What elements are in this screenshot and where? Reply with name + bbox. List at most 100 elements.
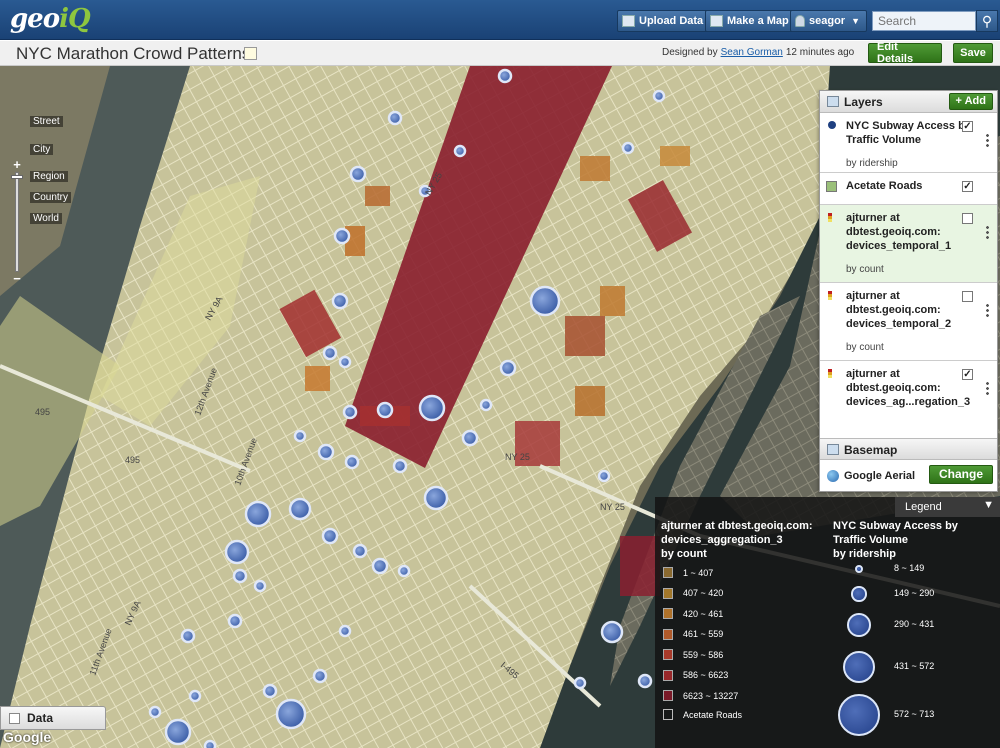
choropleth-icon	[828, 369, 832, 378]
legend-swatch	[663, 587, 673, 599]
legend-roads-row: Acetate Roads	[663, 709, 742, 720]
layer-options-icon[interactable]	[986, 381, 989, 395]
page-title: NYC Marathon Crowd Patterns	[16, 44, 251, 63]
layer-visibility-checkbox[interactable]	[962, 213, 973, 224]
legend-range-row: 407 ~ 420	[663, 587, 724, 599]
svg-text:NY 25: NY 25	[600, 502, 625, 512]
legend-circle-symbol	[847, 613, 871, 637]
roads-icon	[826, 181, 837, 192]
search-input[interactable]	[872, 11, 976, 31]
upload-data-button[interactable]: Upload Data	[617, 10, 711, 32]
zoom-out-button[interactable]: −	[10, 272, 24, 286]
layer-visibility-checkbox[interactable]: ✓	[962, 181, 973, 192]
zoom-slider[interactable]	[11, 172, 23, 272]
zoom-slider-thumb[interactable]	[11, 175, 23, 179]
legend-range-label: 431 ~ 572	[894, 661, 935, 671]
legend-circle-symbol	[838, 694, 880, 736]
basemap-row: Google Aerial Change	[820, 461, 997, 491]
svg-text:495: 495	[35, 407, 50, 417]
legend-range-label: 149 ~ 290	[894, 588, 935, 598]
legend-swatch	[663, 608, 673, 619]
svg-text:495: 495	[125, 455, 140, 465]
basemap-icon	[827, 444, 839, 455]
designer-link[interactable]: Sean Gorman	[721, 47, 783, 58]
legend-range-row: 559 ~ 586	[663, 649, 723, 660]
designer-info: Designed by Sean Gorman 12 minutes ago	[662, 47, 855, 58]
legend-range-label: 6623 ~ 13227	[683, 690, 739, 701]
layers-icon	[827, 96, 839, 107]
geoiq-logo[interactable]: geoiQ	[10, 4, 91, 34]
map-icon	[710, 15, 723, 27]
save-button[interactable]: Save	[953, 43, 993, 63]
user-icon	[795, 15, 805, 27]
top-bar: geoiQ Upload Data Make a Map seagor ▼ ⚲	[0, 0, 1000, 40]
zoom-control: + −	[10, 158, 26, 286]
data-tab[interactable]: Data	[0, 706, 106, 730]
legend-panel: Legend ▼ ajturner at dbtest.geoiq.com: d…	[655, 497, 1000, 748]
roads-icon	[663, 709, 673, 720]
chevron-down-icon[interactable]: ▼	[983, 499, 994, 511]
legend-range-label: 559 ~ 586	[683, 649, 724, 660]
google-logo: Google	[3, 729, 52, 745]
layers-panel: Layers + Add NYC Subway Access by Traffi…	[819, 90, 998, 492]
legend-swatch	[663, 690, 673, 701]
legend-swatch	[663, 649, 673, 660]
chevron-down-icon: ▼	[851, 16, 860, 26]
zoom-level-street[interactable]: Street	[30, 116, 63, 127]
layers-header: Layers + Add	[820, 91, 997, 113]
layer-options-icon[interactable]	[986, 303, 989, 317]
legend-range-row: 420 ~ 461	[663, 608, 723, 619]
globe-icon	[827, 470, 839, 482]
legend-circle-symbol	[842, 650, 876, 684]
title-bar: NYC Marathon Crowd Patterns Designed by …	[0, 41, 1000, 66]
edit-details-button[interactable]: Edit Details	[868, 41, 942, 65]
layer-item[interactable]: Acetate Roads ✓	[820, 173, 997, 205]
add-layer-button[interactable]: + Add	[948, 93, 993, 110]
legend-range-label: 572 ~ 713	[894, 709, 935, 719]
layer-item[interactable]: ajturner at dbtest.geoiq.com: devices_te…	[820, 205, 997, 283]
svg-text:NY 25: NY 25	[505, 452, 530, 462]
legend-range-label: 1 ~ 407	[683, 567, 714, 578]
search-icon[interactable]: ⚲	[976, 10, 998, 32]
choropleth-icon	[828, 291, 832, 300]
zoom-level-country[interactable]: Country	[30, 192, 72, 203]
upload-icon	[622, 15, 635, 27]
layer-visibility-checkbox[interactable]	[962, 291, 973, 302]
edit-title-icon[interactable]	[244, 47, 257, 60]
legend-range-label: 586 ~ 6623	[683, 670, 729, 680]
legend-range-row: 461 ~ 559	[663, 628, 724, 640]
legend-choropleth-title: ajturner at dbtest.geoiq.com: devices_ag…	[661, 520, 813, 560]
layer-item[interactable]: ajturner at dbtest.geoiq.com: devices_ag…	[820, 361, 997, 417]
legend-header[interactable]: Legend ▼	[895, 497, 1000, 517]
zoom-in-button[interactable]: +	[10, 158, 24, 172]
legend-range-label: 407 ~ 420	[683, 588, 724, 598]
user-menu-button[interactable]: seagor ▼	[790, 10, 867, 32]
zoom-level-region[interactable]: Region	[30, 171, 68, 182]
legend-circle-symbol	[851, 586, 867, 602]
legend-swatch	[663, 567, 673, 578]
legend-range-label: 290 ~ 431	[894, 619, 935, 629]
subway-dot-icon	[828, 121, 836, 129]
legend-range-label: 420 ~ 461	[683, 608, 724, 619]
layer-visibility-checkbox[interactable]: ✓	[962, 369, 973, 380]
layer-item[interactable]: NYC Subway Access by Traffic Volume by r…	[820, 113, 997, 173]
legend-range-label: 8 ~ 149	[894, 563, 925, 573]
layer-item[interactable]: ajturner at dbtest.geoiq.com: devices_te…	[820, 283, 997, 361]
zoom-level-city[interactable]: City	[30, 144, 54, 155]
legend-range-label: 461 ~ 559	[683, 629, 724, 639]
legend-range-row: 586 ~ 6623	[663, 669, 729, 681]
change-basemap-button[interactable]: Change	[928, 465, 993, 484]
legend-range-row: 6623 ~ 13227	[663, 690, 738, 701]
layer-visibility-checkbox[interactable]: ✓	[962, 121, 973, 132]
legend-swatch	[663, 669, 673, 681]
basemap-header: Basemap	[820, 438, 997, 460]
legend-subway-title: NYC Subway Access by Traffic Volume by r…	[833, 520, 958, 560]
layer-options-icon[interactable]	[986, 225, 989, 239]
legend-circle-symbol	[854, 564, 864, 574]
zoom-level-world[interactable]: World	[30, 213, 62, 224]
make-a-map-button[interactable]: Make a Map	[705, 10, 796, 32]
legend-swatch	[663, 628, 673, 640]
layer-options-icon[interactable]	[986, 133, 989, 147]
table-icon	[9, 713, 20, 724]
legend-range-row: 1 ~ 407	[663, 567, 713, 578]
